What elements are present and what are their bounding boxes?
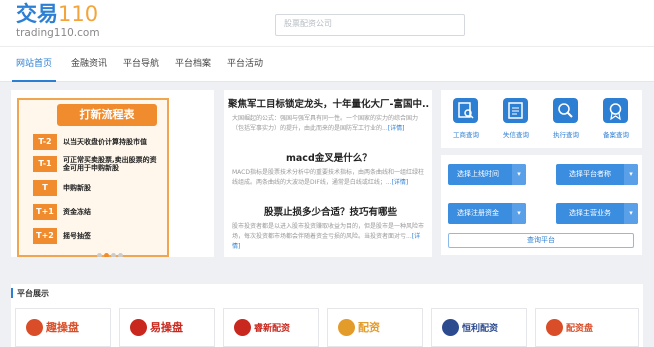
- platform-filter: 选择上线时间 ▾ 选择平台者称 ▾ 选择注册资金 ▾ 选择主营业务 ▾ 查询平台: [441, 155, 642, 255]
- step-text: 资金冻结: [63, 208, 91, 216]
- search-doc-icon: [453, 98, 478, 123]
- list-check-icon: [503, 98, 528, 123]
- platform-card[interactable]: 恒利配资: [431, 308, 527, 347]
- platform-name: 睿新配资: [254, 324, 291, 334]
- carousel-dot[interactable]: [104, 253, 109, 257]
- carousel-dot[interactable]: [97, 253, 102, 257]
- platform-name: 恒利配资: [462, 324, 499, 334]
- platform-logo-icon: [234, 319, 251, 336]
- carousel-dots[interactable]: [97, 243, 133, 257]
- platform-showcase: 平台展示 趣操盘 易操盘 睿新配资 配资 恒利配资 配资盘: [11, 284, 643, 347]
- platform-logo-icon: [130, 319, 147, 336]
- step-tag: T-2: [33, 134, 57, 150]
- news-more-link[interactable]: [详情]: [392, 179, 409, 186]
- query-tools: 工商查询 失信查询 执行查询 备案查询: [441, 90, 642, 148]
- select-registered-capital[interactable]: 选择注册资金 ▾: [448, 203, 526, 224]
- step-row: T-2 以当天收盘价计算持股市值: [33, 134, 161, 150]
- chevron-down-icon: ▾: [512, 203, 526, 224]
- platform-name: 配资: [358, 321, 380, 334]
- news-title[interactable]: 聚焦军工目标锁定龙头，十年量化大厂-富国中...: [228, 96, 430, 110]
- platform-card[interactable]: 趣操盘: [15, 308, 111, 347]
- logo-domain: trading110.com: [16, 27, 100, 39]
- news-summary: 大国崛起的公式：强国与强军具有同一性。一个国家的实力的综合国力（包括军事实力）的…: [232, 115, 419, 132]
- search-input[interactable]: 股票配资公司: [275, 14, 465, 36]
- news-title[interactable]: 股票止损多少合适？技巧有哪些: [264, 204, 466, 218]
- step-tag: T: [33, 180, 57, 196]
- header: 交易110 trading110.com 股票配资公司: [0, 0, 654, 46]
- banner-title: 打新流程表: [57, 104, 157, 126]
- step-text: 摇号抽签: [63, 232, 91, 240]
- news-list: 聚焦军工目标锁定龙头，十年量化大厂-富国中... 大国崛起的公式：强国与强军具有…: [224, 90, 432, 257]
- select-launch-time[interactable]: 选择上线时间 ▾: [448, 164, 526, 185]
- ipo-banner[interactable]: 打新流程表 T-2 以当天收盘价计算持股市值 T-1 可正常买卖股票,卖出股票的…: [11, 90, 214, 257]
- step-text: 以当天收盘价计算持股市值: [63, 138, 147, 146]
- step-text: 申购新股: [63, 184, 91, 192]
- main-nav: 网站首页 金融资讯 平台导航 平台档案 平台活动: [0, 46, 654, 82]
- chevron-down-icon: ▾: [624, 203, 638, 224]
- tool-label: 执行查询: [553, 131, 579, 139]
- platform-card[interactable]: 易操盘: [119, 308, 215, 347]
- platform-name: 配资盘: [566, 324, 594, 334]
- platform-name: 趣操盘: [46, 321, 79, 334]
- site-logo[interactable]: 交易110 trading110.com: [16, 2, 136, 44]
- platform-logo-icon: [26, 319, 43, 336]
- chevron-down-icon: ▾: [512, 164, 526, 185]
- tool-credit-query[interactable]: 失信查询: [491, 90, 541, 148]
- platform-card[interactable]: 睿新配资: [223, 308, 319, 347]
- carousel-dot[interactable]: [111, 253, 116, 257]
- gavel-icon: [553, 98, 578, 123]
- nav-platform-activity[interactable]: 平台活动: [224, 47, 266, 82]
- logo-cn: 交易: [16, 2, 58, 26]
- badge-icon: [603, 98, 628, 123]
- step-text: 可正常买卖股票,卖出股票的资金可用于申购新股: [63, 156, 157, 172]
- platform-card[interactable]: 配资盘: [535, 308, 639, 347]
- nav-finance[interactable]: 金融资讯: [68, 47, 110, 82]
- nav-platform-guide[interactable]: 平台导航: [120, 47, 162, 82]
- select-main-business[interactable]: 选择主营业务 ▾: [556, 203, 638, 224]
- tool-execution-query[interactable]: 执行查询: [541, 90, 591, 148]
- step-tag: T+1: [33, 204, 57, 220]
- query-platform-button[interactable]: 查询平台: [448, 233, 634, 248]
- step-row: T-1 可正常买卖股票,卖出股票的资金可用于申购新股: [33, 156, 161, 172]
- tool-business-query[interactable]: 工商查询: [441, 90, 491, 148]
- platform-card[interactable]: 配资: [327, 308, 423, 347]
- chevron-down-icon: ▾: [624, 164, 638, 185]
- news-summary: 股市投资者都是以进入股市投资赚取收益为目的，但是股市是一种风险市场，每次投资都市…: [232, 223, 425, 250]
- nav-home[interactable]: 网站首页: [12, 47, 56, 82]
- step-tag: T-1: [33, 156, 57, 172]
- platform-logo-icon: [546, 319, 563, 336]
- step-row: T+2 摇号抽签: [33, 228, 161, 244]
- select-platform-name[interactable]: 选择平台者称 ▾: [556, 164, 638, 185]
- tool-label: 失信查询: [503, 131, 529, 139]
- carousel-dot[interactable]: [118, 253, 123, 257]
- tool-label: 工商查询: [453, 131, 479, 139]
- nav-platform-archive[interactable]: 平台档案: [172, 47, 214, 82]
- step-tag: T+2: [33, 228, 57, 244]
- tool-record-query[interactable]: 备案查询: [591, 90, 641, 148]
- news-more-link[interactable]: [详情]: [388, 125, 405, 132]
- platform-name: 易操盘: [150, 321, 183, 334]
- step-row: T 申购新股: [33, 180, 161, 196]
- tool-label: 备案查询: [603, 131, 629, 139]
- ipo-flow-card: 打新流程表 T-2 以当天收盘价计算持股市值 T-1 可正常买卖股票,卖出股票的…: [17, 98, 169, 257]
- platform-logo-icon: [442, 319, 459, 336]
- step-row: T+1 资金冻结: [33, 204, 161, 220]
- section-title: 平台展示: [11, 288, 49, 298]
- news-summary: MACD指标是股票技术分析中的重要技术指标，由两条曲线和一组红绿柱线组成。两条曲…: [232, 169, 424, 186]
- platform-logo-icon: [338, 319, 355, 336]
- logo-num: 110: [58, 2, 99, 26]
